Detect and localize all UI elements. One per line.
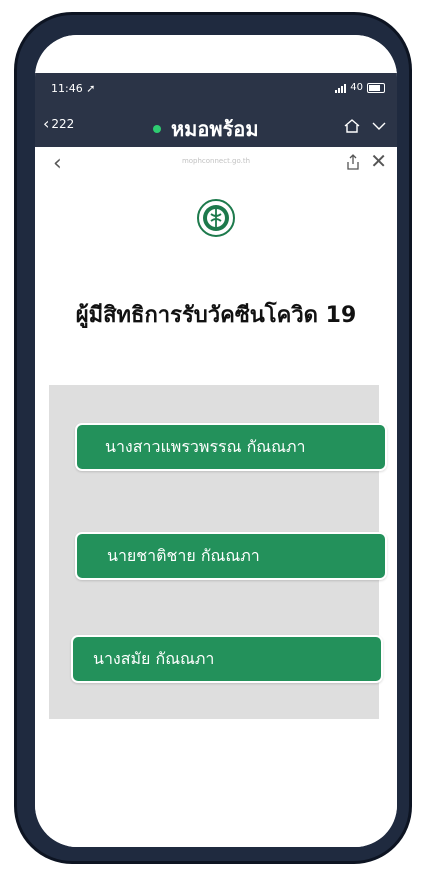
- location-arrow-icon: ➚: [86, 82, 96, 95]
- line-app-header: ‹ 222 หมอพร้อม: [35, 107, 397, 147]
- status-bar: 11:46 ➚ 40: [35, 73, 397, 107]
- phone-screen: 11:46 ➚ 40 ‹ 222 หมอพร้อม ‹ mophconnect.…: [35, 35, 397, 847]
- chevron-down-icon[interactable]: [371, 119, 387, 133]
- person-button-3[interactable]: นางสมัย กัณณภา: [71, 635, 383, 683]
- phone-frame: 11:46 ➚ 40 ‹ 222 หมอพร้อม ‹ mophconnect.…: [14, 12, 412, 864]
- back-count: 222: [51, 117, 75, 131]
- url-label: mophconnect.go.th: [181, 157, 251, 165]
- network-text: 40: [350, 82, 363, 93]
- person-button-1[interactable]: นางสาวแพรวพรรณ กัณณภา: [75, 423, 387, 471]
- chevron-left-icon: ‹: [43, 114, 50, 133]
- browser-toolbar: ‹ mophconnect.go.th ✕: [35, 147, 397, 179]
- chat-title-text: หมอพร้อม: [171, 117, 259, 141]
- top-bezel: [35, 35, 397, 73]
- battery-icon: [367, 82, 385, 93]
- share-icon[interactable]: [345, 153, 361, 171]
- moph-logo: [197, 199, 235, 237]
- official-badge-icon: [153, 125, 161, 133]
- status-time: 11:46 ➚: [51, 82, 95, 95]
- signal-icon: [335, 83, 347, 93]
- status-time-text: 11:46: [51, 82, 83, 95]
- status-right: 40: [335, 82, 385, 93]
- close-icon[interactable]: ✕: [370, 149, 387, 173]
- back-button[interactable]: ‹ 222: [43, 114, 75, 133]
- chat-title: หมอพร้อม: [153, 113, 259, 145]
- bottom-area: [35, 775, 397, 847]
- page-title: ผู้มีสิทธิการรับวัคซีนโควิด 19: [75, 303, 357, 328]
- person-button-2[interactable]: นายชาติชาย กัณณภา: [75, 532, 387, 580]
- home-icon[interactable]: [343, 117, 361, 135]
